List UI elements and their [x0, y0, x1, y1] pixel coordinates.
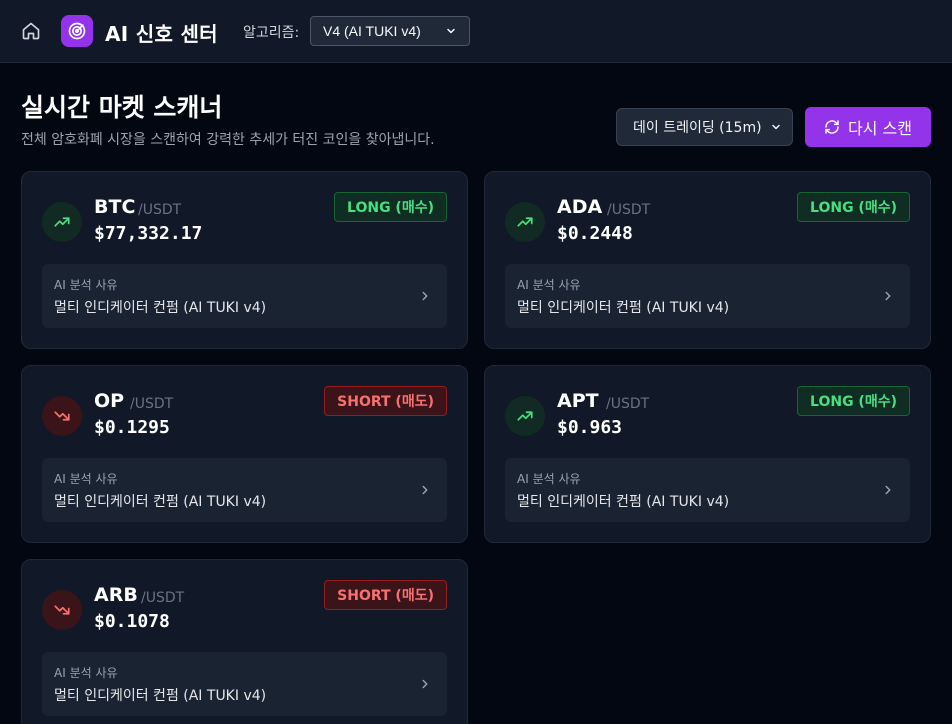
analysis-reason-box[interactable]: AI 분석 사유 멀티 인디케이터 컨펌 (AI TUKI v4)	[505, 458, 910, 522]
reason-label: AI 분석 사유	[54, 666, 118, 680]
signal-card-ada[interactable]: ADA /USDT $0.2448 LONG (매수) AI 분석 사유 멀티 …	[484, 171, 931, 349]
reason-label: AI 분석 사유	[54, 278, 118, 292]
home-button[interactable]	[19, 19, 43, 43]
analysis-reason-box[interactable]: AI 분석 사유 멀티 인디케이터 컨펌 (AI TUKI v4)	[42, 458, 447, 522]
chevron-down-icon	[772, 124, 780, 130]
algorithm-select[interactable]: V4 (AI TUKI v4)	[310, 16, 470, 46]
refresh-icon	[825, 120, 839, 134]
chevron-right-icon	[415, 674, 435, 694]
coin-price: $0.1295	[94, 417, 170, 438]
reason-label: AI 분석 사유	[517, 472, 581, 486]
top-bar: AI 신호 센터 알고리즘: V4 (AI TUKI v4)	[0, 0, 952, 63]
analysis-reason-box[interactable]: AI 분석 사유 멀티 인디케이터 컨펌 (AI TUKI v4)	[42, 264, 447, 328]
reason-text: 멀티 인디케이터 컨펌 (AI TUKI v4)	[54, 300, 267, 316]
reason-label: AI 분석 사유	[517, 278, 581, 292]
coin-symbol: APT	[557, 390, 599, 412]
reason-text: 멀티 인디케이터 컨펌 (AI TUKI v4)	[54, 688, 267, 704]
coin-price: $0.2448	[557, 223, 633, 244]
trading-mode-select[interactable]: 데이 트레이딩 (15m)	[616, 108, 793, 146]
page-subtitle: 전체 암호화폐 시장을 스캔하여 강력한 추세가 터진 코인을 찾아냅니다.	[21, 132, 435, 148]
app-title: AI 신호 센터	[105, 22, 218, 46]
signal-badge: LONG (매수)	[797, 386, 910, 416]
quote-currency: /USDT	[130, 396, 174, 412]
trend-up-icon	[42, 202, 82, 242]
page-title: 실시간 마켓 스캐너	[21, 93, 223, 122]
signal-badge: SHORT (매도)	[324, 386, 447, 416]
reason-text: 멀티 인디케이터 컨펌 (AI TUKI v4)	[54, 494, 267, 510]
coin-price: $0.963	[557, 417, 623, 438]
chevron-right-icon	[878, 286, 898, 306]
reason-label: AI 분석 사유	[54, 472, 118, 486]
chevron-right-icon	[878, 480, 898, 500]
quote-currency: /USDT	[607, 202, 651, 218]
reason-text: 멀티 인디케이터 컨펌 (AI TUKI v4)	[517, 494, 730, 510]
algorithm-label: 알고리즘:	[243, 25, 300, 41]
rescan-button[interactable]: 다시 스캔	[805, 107, 931, 147]
trend-down-icon	[42, 590, 82, 630]
radar-icon	[68, 22, 86, 40]
quote-currency: /USDT	[138, 202, 182, 218]
rescan-button-label: 다시 스캔	[848, 119, 912, 138]
coin-price: $77,332.17	[94, 223, 203, 244]
signal-card-apt[interactable]: APT /USDT $0.963 LONG (매수) AI 분석 사유 멀티 인…	[484, 365, 931, 543]
analysis-reason-box[interactable]: AI 분석 사유 멀티 인디케이터 컨펌 (AI TUKI v4)	[505, 264, 910, 328]
coin-symbol: ARB	[94, 584, 138, 606]
signal-card-op[interactable]: OP /USDT $0.1295 SHORT (매도) AI 분석 사유 멀티 …	[21, 365, 468, 543]
chevron-right-icon	[415, 480, 435, 500]
analysis-reason-box[interactable]: AI 분석 사유 멀티 인디케이터 컨펌 (AI TUKI v4)	[42, 652, 447, 716]
coin-symbol: OP	[94, 390, 125, 412]
signal-badge: LONG (매수)	[334, 192, 447, 222]
trend-up-icon	[505, 396, 545, 436]
app-logo	[61, 15, 93, 47]
reason-text: 멀티 인디케이터 컨펌 (AI TUKI v4)	[517, 300, 730, 316]
signal-badge: LONG (매수)	[797, 192, 910, 222]
algorithm-select-value: V4 (AI TUKI v4)	[323, 23, 421, 39]
signal-card-btc[interactable]: BTC /USDT $77,332.17 LONG (매수) AI 분석 사유 …	[21, 171, 468, 349]
signal-badge: SHORT (매도)	[324, 580, 447, 610]
quote-currency: /USDT	[606, 396, 650, 412]
coin-symbol: BTC	[94, 196, 136, 218]
quote-currency: /USDT	[141, 590, 185, 606]
home-icon	[22, 22, 40, 40]
coin-price: $0.1078	[94, 611, 170, 632]
trend-down-icon	[42, 396, 82, 436]
chevron-right-icon	[415, 286, 435, 306]
coin-symbol: ADA	[557, 196, 603, 218]
trading-mode-value: 데이 트레이딩 (15m)	[633, 120, 762, 136]
chevron-down-icon	[447, 28, 455, 34]
signal-card-arb[interactable]: ARB /USDT $0.1078 SHORT (매도) AI 분석 사유 멀티…	[21, 559, 468, 724]
trend-up-icon	[505, 202, 545, 242]
